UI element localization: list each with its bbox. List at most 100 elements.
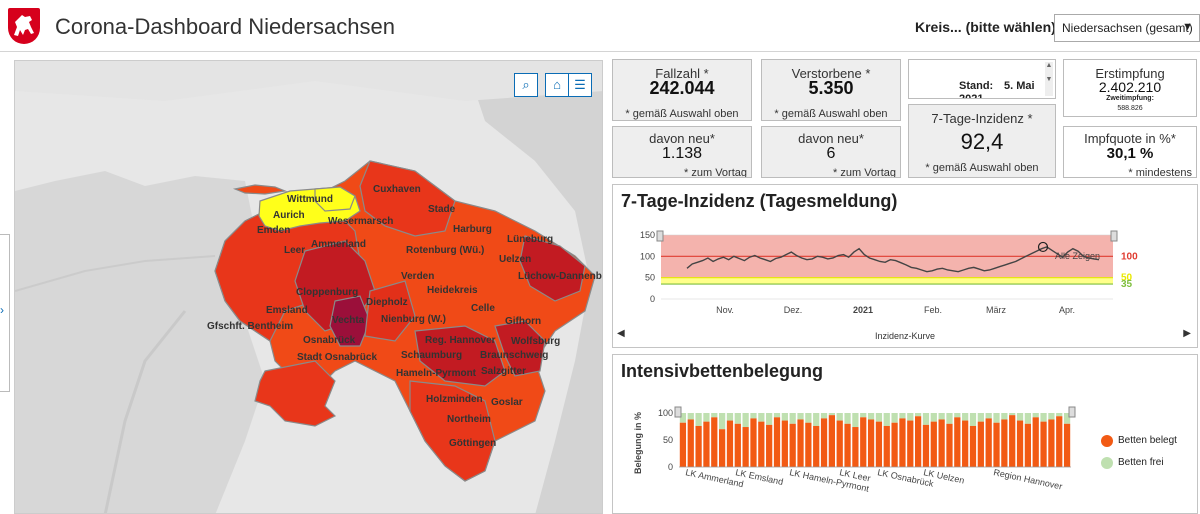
map-label: Wolfsburg <box>511 336 560 347</box>
home-icon-button[interactable]: ⌂ <box>545 73 569 97</box>
scroll-left-button[interactable]: ◀ <box>617 328 625 339</box>
dashboard-app: Corona-Dashboard Niedersachsen Kreis... … <box>0 0 1200 514</box>
bar-frei <box>844 413 851 424</box>
map-label: Wesermarsch <box>328 216 393 227</box>
map-label: Reg. Hannover <box>425 335 496 346</box>
verstorbene-value: 5.350 <box>808 78 854 98</box>
stand-card[interactable]: Stand: 5. Mai 2021 ▲ ▼ <box>908 59 1056 99</box>
bar-belegt <box>1040 421 1047 467</box>
neu-faelle-card: davon neu* 1.138 * zum Vortag <box>612 126 752 178</box>
list-icon-button[interactable]: ☰ <box>568 73 592 97</box>
bar-belegt <box>813 425 820 467</box>
bar-frei <box>828 413 835 416</box>
verstorbene-note: * gemäß Auswahl oben <box>774 108 888 120</box>
neu-tote-note: * zum Vortag <box>833 167 896 178</box>
bar-frei <box>1040 413 1047 422</box>
kreis-select-label: Kreis... (bitte wählen): <box>915 19 1061 35</box>
bar-belegt <box>938 419 945 467</box>
bar-belegt <box>766 424 773 467</box>
impfung-card: Erstimpfung 2.402.210 Zweitimpfung: 588.… <box>1063 59 1197 117</box>
bar-frei <box>719 413 726 430</box>
bar-belegt <box>726 420 734 467</box>
map-label: Cloppenburg <box>296 287 358 298</box>
x-tick-label: 2021 <box>853 305 873 315</box>
legend-belegt-swatch <box>1101 435 1113 447</box>
bar-frei <box>781 413 788 421</box>
bar-belegt <box>883 425 890 467</box>
zweitimpfung-value: 588.826 <box>1117 105 1143 112</box>
impfquote-label: Impfquote in %* <box>1084 131 1176 146</box>
bar-frei <box>734 413 741 424</box>
map-canvas[interactable]: Wittmund Aurich Emden Wesermarsch Cuxhav… <box>15 61 603 514</box>
y-tick-label: 150 <box>640 230 655 240</box>
map-panel[interactable]: Wittmund Aurich Emden Wesermarsch Cuxhav… <box>14 60 603 514</box>
search-icon-button[interactable]: ⌕ <box>514 73 538 97</box>
scroll-right-button[interactable]: ▶ <box>1183 328 1191 339</box>
bar-belegt <box>962 420 969 467</box>
bar-belegt <box>1048 419 1055 467</box>
map-label: Celle <box>471 303 495 314</box>
chevron-down-icon: ▼ <box>1182 21 1193 33</box>
bar-belegt <box>703 421 710 467</box>
range-handle-left <box>674 406 682 418</box>
bar-belegt <box>742 427 749 467</box>
legend-frei-swatch <box>1101 457 1113 469</box>
bar-frei <box>1001 413 1008 420</box>
bar-belegt <box>1056 416 1063 467</box>
scrollbar[interactable]: ▲ ▼ <box>1045 62 1053 96</box>
bar-frei <box>922 413 930 425</box>
inzidenz-chart-panel: 7-Tage-Inzidenz (Tagesmeldung) 0 50 100 150… <box>612 184 1198 348</box>
bar-frei <box>977 413 984 422</box>
bar-frei <box>1009 413 1016 416</box>
bar-frei <box>789 413 796 424</box>
niedersachsen-logo-icon <box>8 8 40 44</box>
map-label: Stadt Osnabrück <box>297 352 377 363</box>
range-handle-right <box>1068 406 1076 418</box>
map-label: Lüchow-Dannenberg <box>518 271 603 282</box>
bar-belegt <box>1032 417 1039 467</box>
map-label: Nienburg (W.) <box>381 314 446 325</box>
inzidenz-band-mid <box>661 277 1113 285</box>
bar-frei <box>915 413 922 417</box>
chevron-right-icon: › <box>0 303 4 317</box>
neu-tote-value: 6 <box>826 145 836 162</box>
x-tick-label: März <box>986 305 1006 315</box>
bar-frei <box>954 413 961 418</box>
impfquote-note: * mindestens <box>1128 167 1192 178</box>
bar-belegt <box>1063 423 1071 467</box>
bar-frei <box>883 413 890 426</box>
bar-belegt <box>1001 419 1008 467</box>
bar-frei <box>797 413 804 420</box>
inzidenz-chart[interactable]: 0501001501005035Nov. Dez. 2021 Feb. März Apr.… <box>613 185 1199 349</box>
bar-frei <box>711 413 718 418</box>
bar-frei <box>813 413 820 426</box>
map-label: Gfschft. Bentheim <box>207 321 293 332</box>
kreis-select[interactable]: Niedersachsen (gesamt) ▼ <box>1054 14 1200 42</box>
bar-frei <box>742 413 749 428</box>
threshold-label: 100 <box>1121 251 1138 262</box>
bar-frei <box>695 413 702 426</box>
map-label: Gifhorn <box>505 316 541 327</box>
bar-belegt <box>1024 423 1031 467</box>
range-handle-right <box>1110 230 1118 242</box>
icu-chart[interactable]: 050100Belegung in %LK AmmerlandLK Emslan… <box>613 355 1199 514</box>
map-label: Ammerland <box>311 239 366 250</box>
sidebar-toggle[interactable]: › <box>0 234 10 392</box>
legend-belegt-label: Betten belegt <box>1118 435 1177 446</box>
y-tick-label: 100 <box>640 251 655 261</box>
neu-tote-label: davon neu* <box>798 131 864 146</box>
bar-belegt <box>1016 420 1024 467</box>
impfquote-card: Impfquote in %* 30,1 % * mindestens <box>1063 126 1197 178</box>
bar-belegt <box>734 423 741 467</box>
map-label: Harburg <box>453 224 492 235</box>
bar-frei <box>852 413 859 428</box>
bar-frei <box>1056 413 1063 417</box>
bar-belegt <box>946 423 953 467</box>
bar-belegt <box>907 420 914 467</box>
bar-frei <box>820 413 828 419</box>
zweitimpfung-label: Zweitimpfung: <box>1106 95 1154 102</box>
fallzahl-value: 242.044 <box>649 78 715 98</box>
bar-belegt <box>985 418 992 467</box>
bar-frei <box>773 413 781 418</box>
bar-belegt <box>930 421 937 467</box>
